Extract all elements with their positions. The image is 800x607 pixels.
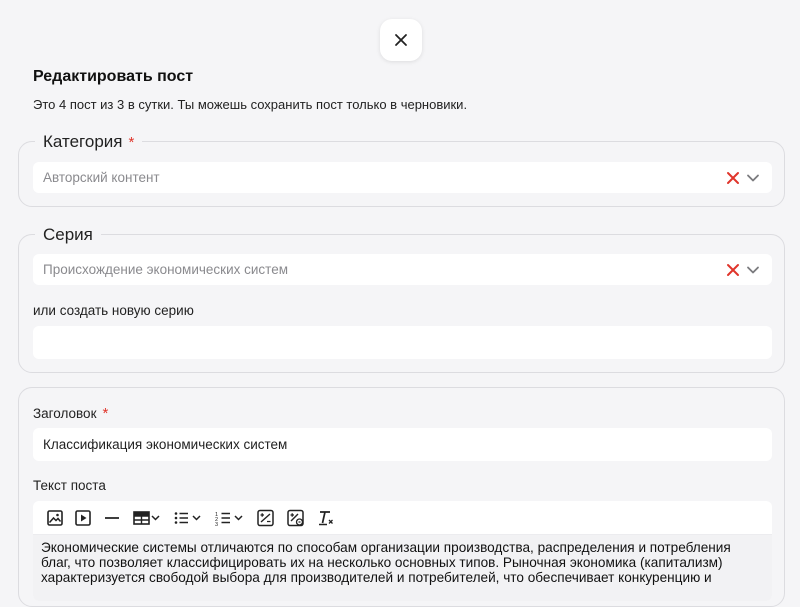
numbered-list-icon[interactable]: 123 [210,505,250,531]
new-series-label: или создать новую серию [33,303,194,318]
series-select-value: Происхождение экономических систем [43,262,288,277]
chevron-down-icon[interactable] [746,263,760,277]
modal-title: Редактировать пост [33,68,194,85]
series-select[interactable]: Происхождение экономических систем [33,254,772,285]
post-title-label: Заголовок * [33,405,109,422]
new-series-input[interactable] [33,326,772,359]
table-icon[interactable] [128,505,166,531]
category-legend: Категория * [35,132,143,153]
post-body-label: Текст поста [33,478,106,493]
image-icon[interactable] [42,505,68,531]
post-editor[interactable]: 123 Экономические системы отличаются по … [33,501,772,601]
required-mark: * [102,405,109,422]
clear-icon[interactable] [726,263,740,277]
category-select[interactable]: Авторский контент [33,162,772,193]
clear-format-icon[interactable] [312,505,340,531]
formula-block-icon[interactable] [282,505,310,531]
required-mark: * [128,134,135,151]
series-legend: Серия [35,225,101,245]
post-body-text[interactable]: Экономические системы отличаются по спос… [33,535,772,601]
bullet-list-icon[interactable] [168,505,208,531]
series-fieldset: Серия Происхождение экономических систем… [18,225,785,373]
formula-icon[interactable] [252,505,280,531]
category-fieldset: Категория * Авторский контент [18,132,785,207]
post-title-input[interactable]: Классификация экономических систем [33,428,772,461]
clear-icon[interactable] [726,171,740,185]
svg-text:3: 3 [215,522,218,527]
modal-subtitle: Это 4 пост из 3 в сутки. Ты можешь сохра… [33,97,468,112]
close-button[interactable] [380,19,422,61]
chevron-down-icon[interactable] [746,171,760,185]
category-select-value: Авторский контент [43,170,160,185]
close-icon [395,34,407,46]
editor-toolbar: 123 [33,501,772,535]
post-fieldset: Заголовок * Классификация экономических с… [18,387,785,607]
horizontal-rule-icon[interactable] [98,505,126,531]
video-icon[interactable] [70,505,96,531]
